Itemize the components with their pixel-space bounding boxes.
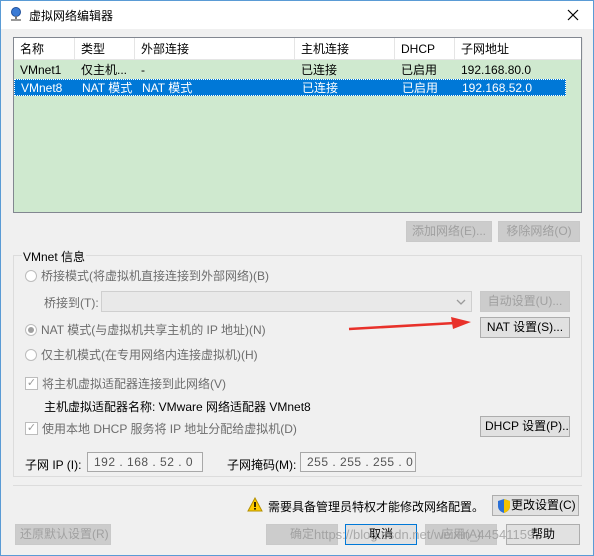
list-header: 名称 类型 外部连接 主机连接 DHCP 子网地址 <box>14 38 583 60</box>
remove-network-button[interactable]: 移除网络(O) <box>498 221 580 242</box>
use-dhcp-checkbox[interactable]: ✓ 使用本地 DHCP 服务将 IP 地址分配给虚拟机(D) <box>25 420 297 437</box>
vmnet-info-group <box>13 255 582 477</box>
virtual-network-editor-window: 虚拟网络编辑器 名称 类型 外部连接 主机连接 DHCP 子网地址 VMnet1… <box>0 0 594 556</box>
admin-notice-text: 需要具备管理员特权才能修改网络配置。 <box>268 500 485 514</box>
subnet-ip-input[interactable]: 192 . 168 . 52 . 0 <box>87 452 203 472</box>
host-only-mode-radio[interactable]: 仅主机模式(在专用网络内连接虚拟机)(H) <box>25 346 258 363</box>
cell-name: VMnet1 <box>20 63 62 77</box>
shield-icon <box>498 499 510 513</box>
bridged-to-label: 桥接到(T): <box>44 296 99 310</box>
change-settings-label: 更改设置(C) <box>511 498 576 512</box>
checkmark-icon: ✓ <box>25 377 38 390</box>
radio-button <box>25 269 37 282</box>
subnet-mask-input[interactable]: 255 . 255 . 255 . 0 <box>300 452 416 472</box>
checkmark-icon: ✓ <box>25 422 38 435</box>
cell-name: VMnet8 <box>21 81 63 95</box>
cell-type: 仅主机... <box>81 63 128 77</box>
cell-host: 已连接 <box>302 81 339 95</box>
bridged-to-select[interactable] <box>101 291 472 312</box>
nat-settings-button[interactable]: NAT 设置(S)... <box>480 317 570 338</box>
chevron-down-icon <box>456 299 466 305</box>
cell-host: 已连接 <box>301 63 338 77</box>
column-header-type[interactable]: 类型 <box>75 38 135 60</box>
column-header-dhcp[interactable]: DHCP <box>395 38 455 60</box>
cell-type: NAT 模式 <box>82 81 133 95</box>
cell-subnet: 192.168.80.0 <box>461 63 532 77</box>
window-title: 虚拟网络编辑器 <box>29 9 114 23</box>
subnet-mask-label: 子网掩码(M): <box>227 458 297 472</box>
title-bar: 虚拟网络编辑器 <box>1 1 593 29</box>
apply-button[interactable]: 应用(A) <box>425 524 497 545</box>
network-list[interactable]: 名称 类型 外部连接 主机连接 DHCP 子网地址 VMnet1 仅主机... … <box>13 37 583 213</box>
close-button[interactable] <box>553 1 593 29</box>
cell-external: NAT 模式 <box>142 81 193 95</box>
host-only-mode-label: 仅主机模式(在专用网络内连接虚拟机)(H) <box>41 348 258 362</box>
change-settings-button[interactable]: 更改设置(C) <box>492 495 579 516</box>
cell-dhcp: 已启用 <box>402 81 439 95</box>
column-header-external[interactable]: 外部连接 <box>135 38 295 60</box>
network-app-icon <box>11 7 21 21</box>
warning-icon <box>247 497 263 512</box>
nat-mode-radio[interactable]: NAT 模式(与虚拟机共享主机的 IP 地址)(N) <box>25 321 266 338</box>
dhcp-settings-button[interactable]: DHCP 设置(P)... <box>480 416 570 437</box>
column-header-name[interactable]: 名称 <box>14 38 75 60</box>
adapter-name-text: 主机虚拟适配器名称: VMware 网络适配器 VMnet8 <box>44 400 311 414</box>
nat-mode-label: NAT 模式(与虚拟机共享主机的 IP 地址)(N) <box>41 323 266 337</box>
help-button[interactable]: 帮助 <box>506 524 580 545</box>
use-dhcp-label: 使用本地 DHCP 服务将 IP 地址分配给虚拟机(D) <box>42 422 297 436</box>
connect-adapter-checkbox[interactable]: ✓ 将主机虚拟适配器连接到此网络(V) <box>25 375 226 392</box>
divider <box>13 485 582 486</box>
table-row-selected[interactable]: VMnet8 NAT 模式 NAT 模式 已连接 已启用 192.168.52.… <box>14 79 566 96</box>
vmnet-info-label: VMnet 信息 <box>22 248 87 265</box>
subnet-ip-label: 子网 IP (I): <box>25 458 82 472</box>
radio-button <box>25 348 37 361</box>
bridged-mode-radio[interactable]: 桥接模式(将虚拟机直接连接到外部网络)(B) <box>25 267 269 284</box>
cancel-button[interactable]: 取消 <box>345 524 417 545</box>
column-header-subnet[interactable]: 子网地址 <box>455 38 583 60</box>
bridged-mode-label: 桥接模式(将虚拟机直接连接到外部网络)(B) <box>41 269 269 283</box>
dialog-body: 名称 类型 外部连接 主机连接 DHCP 子网地址 VMnet1 仅主机... … <box>1 29 593 555</box>
column-header-host[interactable]: 主机连接 <box>295 38 395 60</box>
cell-subnet: 192.168.52.0 <box>462 81 533 95</box>
restore-defaults-button[interactable]: 还原默认设置(R) <box>15 524 111 545</box>
red-arrow-annotation <box>348 317 471 331</box>
connect-adapter-label: 将主机虚拟适配器连接到此网络(V) <box>42 377 226 391</box>
cell-external: - <box>141 63 145 77</box>
auto-settings-button[interactable]: 自动设置(U)... <box>480 291 570 312</box>
add-network-button[interactable]: 添加网络(E)... <box>406 221 492 242</box>
table-row[interactable]: VMnet1 仅主机... - 已连接 已启用 192.168.80.0 <box>14 62 566 79</box>
ok-button[interactable]: 确定 <box>266 524 338 545</box>
cell-dhcp: 已启用 <box>401 63 438 77</box>
close-icon <box>567 9 579 21</box>
radio-button-checked <box>25 323 37 336</box>
